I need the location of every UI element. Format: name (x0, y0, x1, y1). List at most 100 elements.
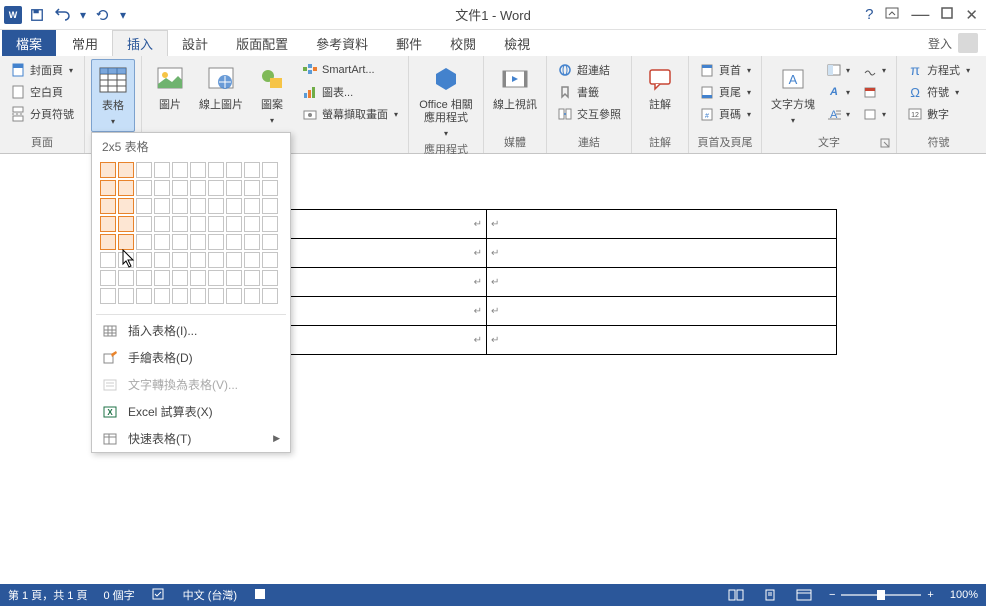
grid-cell[interactable] (136, 252, 152, 268)
dropcap-button[interactable]: A▾ (822, 103, 854, 125)
grid-cell[interactable] (118, 162, 134, 178)
signature-button[interactable]: ▾ (858, 59, 890, 81)
grid-cell[interactable] (262, 198, 278, 214)
grid-cell[interactable] (154, 198, 170, 214)
grid-cell[interactable] (154, 288, 170, 304)
grid-cell[interactable] (100, 288, 116, 304)
grid-cell[interactable] (226, 162, 242, 178)
grid-cell[interactable] (226, 288, 242, 304)
grid-cell[interactable] (226, 198, 242, 214)
pagenumber-button[interactable]: #頁碼▾ (695, 103, 755, 125)
grid-cell[interactable] (226, 270, 242, 286)
minimize-button[interactable]: — (911, 4, 929, 25)
grid-cell[interactable] (136, 180, 152, 196)
grid-cell[interactable] (100, 270, 116, 286)
cover-page-button[interactable]: 封面頁▾ (6, 59, 78, 81)
undo-dropdown[interactable]: ▾ (78, 4, 88, 26)
page-indicator[interactable]: 第 1 頁，共 1 頁 (8, 587, 87, 603)
equation-button[interactable]: π方程式▾ (903, 59, 974, 81)
grid-cell[interactable] (100, 234, 116, 250)
comment-button[interactable]: 註解 (638, 59, 682, 132)
grid-cell[interactable] (226, 216, 242, 232)
grid-cell[interactable] (136, 234, 152, 250)
grid-cell[interactable] (118, 198, 134, 214)
grid-cell[interactable] (262, 162, 278, 178)
grid-cell[interactable] (190, 288, 206, 304)
close-button[interactable]: ✕ (965, 6, 978, 24)
grid-cell[interactable] (244, 234, 260, 250)
grid-cell[interactable] (190, 180, 206, 196)
grid-cell[interactable] (208, 234, 224, 250)
bookmark-button[interactable]: 書籤 (553, 81, 625, 103)
blank-page-button[interactable]: 空白頁 (6, 81, 78, 103)
tab-references[interactable]: 參考資料 (302, 30, 382, 56)
grid-cell[interactable] (190, 252, 206, 268)
grid-cell[interactable] (136, 198, 152, 214)
grid-cell[interactable] (262, 270, 278, 286)
grid-cell[interactable] (190, 270, 206, 286)
textbox-button[interactable]: A文字方塊▾ (768, 59, 818, 132)
grid-cell[interactable] (262, 216, 278, 232)
office-apps-button[interactable]: Office 相關應用程式▾ (415, 59, 477, 139)
grid-cell[interactable] (118, 180, 134, 196)
print-layout-button[interactable] (761, 587, 779, 603)
number-button[interactable]: 12數字 (903, 103, 974, 125)
pictures-button[interactable]: 圖片 (148, 59, 192, 132)
grid-cell[interactable] (208, 270, 224, 286)
zoom-slider[interactable]: − + (829, 589, 934, 601)
grid-cell[interactable] (118, 216, 134, 232)
grid-cell[interactable] (244, 252, 260, 268)
grid-cell[interactable] (208, 180, 224, 196)
grid-cell[interactable] (118, 234, 134, 250)
crossref-button[interactable]: 交互參照 (553, 103, 625, 125)
datetime-button[interactable] (858, 81, 890, 103)
spell-check-icon[interactable] (151, 587, 167, 604)
grid-cell[interactable] (244, 162, 260, 178)
grid-cell[interactable] (226, 234, 242, 250)
grid-cell[interactable] (154, 216, 170, 232)
grid-cell[interactable] (172, 216, 188, 232)
grid-cell[interactable] (244, 198, 260, 214)
avatar[interactable] (958, 33, 978, 53)
grid-cell[interactable] (172, 252, 188, 268)
grid-cell[interactable] (226, 180, 242, 196)
grid-cell[interactable] (154, 234, 170, 250)
grid-cell[interactable] (118, 270, 134, 286)
grid-cell[interactable] (190, 162, 206, 178)
tab-view[interactable]: 檢視 (490, 30, 544, 56)
tab-file[interactable]: 檔案 (2, 30, 56, 56)
tab-review[interactable]: 校閱 (436, 30, 490, 56)
screenshot-button[interactable]: 螢幕擷取畫面▾ (298, 103, 402, 125)
zoom-out-button[interactable]: − (829, 589, 835, 601)
grid-cell[interactable] (262, 288, 278, 304)
grid-cell[interactable] (172, 162, 188, 178)
grid-cell[interactable] (226, 252, 242, 268)
quick-tables-item[interactable]: 快速表格(T)▶ (92, 425, 290, 452)
insert-table-item[interactable]: 插入表格(I)... (92, 317, 290, 344)
grid-cell[interactable] (262, 234, 278, 250)
grid-cell[interactable] (172, 198, 188, 214)
wordart-button[interactable]: A▾ (822, 81, 854, 103)
grid-cell[interactable] (262, 180, 278, 196)
grid-cell[interactable] (100, 216, 116, 232)
symbol-button[interactable]: Ω符號▾ (903, 81, 974, 103)
zoom-level[interactable]: 100% (950, 589, 978, 601)
undo-button[interactable] (52, 4, 74, 26)
grid-cell[interactable] (244, 288, 260, 304)
grid-cell[interactable] (208, 252, 224, 268)
grid-cell[interactable] (172, 270, 188, 286)
maximize-button[interactable] (941, 7, 953, 22)
grid-cell[interactable] (244, 216, 260, 232)
redo-button[interactable] (92, 4, 114, 26)
grid-cell[interactable] (244, 180, 260, 196)
grid-cell[interactable] (208, 288, 224, 304)
macro-record-icon[interactable] (253, 587, 267, 604)
save-button[interactable] (26, 4, 48, 26)
chart-button[interactable]: 圖表... (298, 81, 402, 103)
grid-cell[interactable] (154, 162, 170, 178)
grid-cell[interactable] (136, 216, 152, 232)
grid-cell[interactable] (190, 198, 206, 214)
online-video-button[interactable]: 線上視訊 (490, 59, 540, 132)
grid-cell[interactable] (244, 270, 260, 286)
grid-cell[interactable] (172, 288, 188, 304)
